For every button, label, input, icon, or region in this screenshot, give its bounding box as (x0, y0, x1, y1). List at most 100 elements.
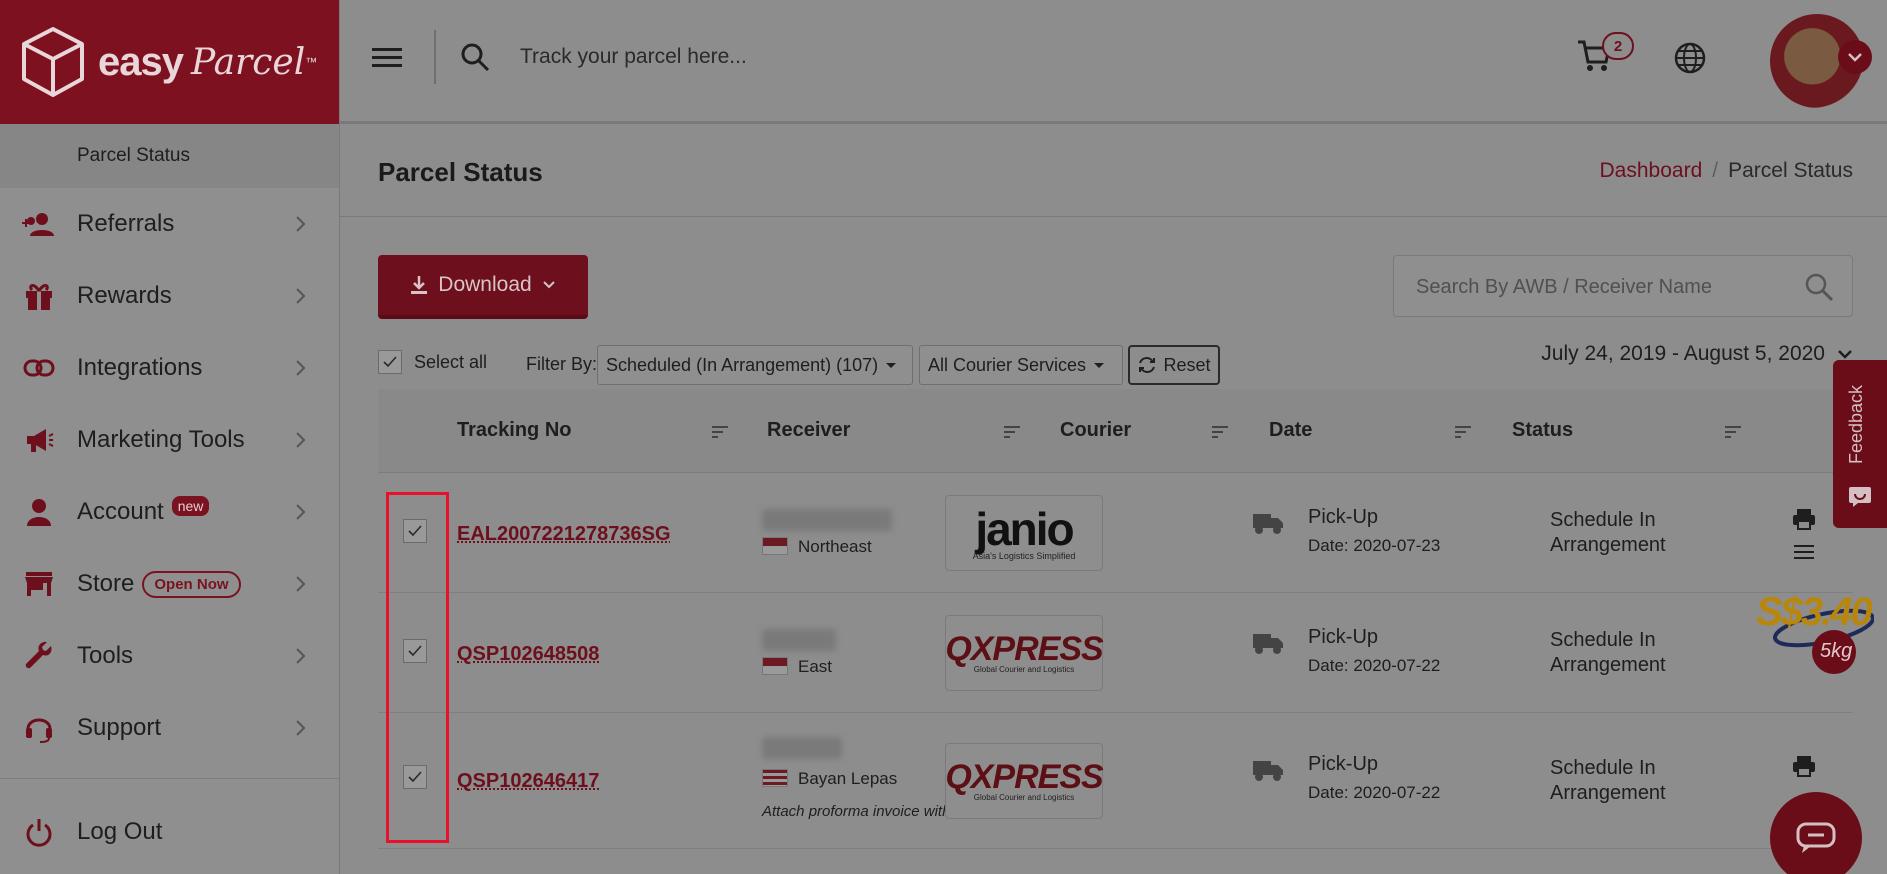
parcel-table: Tracking No Receiver Courier Date Status… (378, 389, 1853, 849)
track-parcel-input[interactable] (520, 36, 1120, 78)
page-title: Parcel Status (378, 157, 543, 187)
user-icon (22, 495, 56, 529)
sidebar-item-tools[interactable]: Tools (0, 620, 339, 692)
pickup-label: Pick-Up (1308, 753, 1379, 775)
row-menu-icon[interactable] (1793, 544, 1815, 560)
top-bar: 2 (340, 0, 1887, 124)
brand-logo[interactable]: easy Parcel ™ (0, 0, 339, 124)
chat-button[interactable] (1770, 792, 1862, 874)
open-now-badge: Open Now (142, 570, 241, 598)
sidebar-item-store[interactable]: Store Open Now (0, 548, 339, 620)
download-button[interactable]: Download (378, 255, 588, 319)
tracking-number-link[interactable]: QSP102648508 (457, 643, 599, 666)
printer-icon[interactable] (1792, 508, 1816, 530)
feedback-label: Feedback (1846, 384, 1866, 464)
chevron-down-icon (542, 281, 555, 289)
sidebar-item-support[interactable]: Support (0, 692, 339, 764)
hamburger-menu-icon[interactable] (372, 46, 402, 70)
breadcrumb: Dashboard / Parcel Status (1600, 159, 1853, 183)
chat-bubble-icon (1796, 822, 1836, 853)
sidebar-item-label: Rewards (77, 282, 172, 309)
courier-name: janio (975, 502, 1074, 555)
status-filter-select[interactable]: Scheduled (In Arrangement) (107) (597, 345, 913, 385)
table-row: QSP102646417 Bayan Lepas Attach proforma… (378, 713, 1853, 849)
chevron-right-icon (296, 720, 306, 736)
brand-tm: ™ (305, 55, 318, 69)
topbar-divider (434, 30, 436, 84)
chevron-right-icon (296, 576, 306, 592)
singapore-flag-icon (762, 537, 788, 555)
reset-label: Reset (1163, 354, 1211, 375)
sidebar-item-parcel-status[interactable]: Parcel Status (0, 124, 339, 188)
truck-icon (1253, 761, 1283, 781)
awb-search-input[interactable] (1416, 270, 1796, 304)
power-icon (22, 815, 56, 849)
promo-sticker[interactable]: S$3.40 5kg (1754, 588, 1874, 678)
main-content: Parcel Status Dashboard / Parcel Status Do… (340, 127, 1887, 874)
status-text: Schedule In Arrangement (1550, 757, 1666, 804)
date-range-picker[interactable]: July 24, 2019 - August 5, 2020 (1541, 342, 1853, 366)
receiver-name-blurred (762, 509, 892, 531)
filter-by-label: Filter By: (526, 354, 598, 374)
date-range-value: July 24, 2019 - August 5, 2020 (1541, 342, 1825, 365)
smile-chat-icon (1849, 487, 1871, 507)
sidebar-item-marketing-tools[interactable]: Marketing Tools (0, 404, 339, 476)
sidebar-item-rewards[interactable]: Rewards (0, 260, 339, 332)
tracking-number-link[interactable]: QSP102646417 (457, 770, 599, 793)
promo-weight: 5kg (1820, 640, 1853, 662)
select-all-checkbox[interactable] (378, 350, 402, 374)
cube-logo-icon (22, 27, 84, 97)
reset-button[interactable]: Reset (1128, 345, 1220, 385)
select-all-label: Select all (414, 351, 488, 372)
logout-button[interactable]: Log Out (0, 796, 339, 868)
logout-label: Log Out (77, 818, 163, 845)
gift-icon (22, 279, 56, 313)
wrench-icon (22, 639, 56, 673)
page-header: Parcel Status Dashboard / Parcel Status (340, 127, 1887, 217)
sidebar-item-integrations[interactable]: Integrations (0, 332, 339, 404)
sort-icon[interactable] (1454, 425, 1472, 439)
breadcrumb-dashboard-link[interactable]: Dashboard (1600, 159, 1703, 182)
courier-filter-select[interactable]: All Courier Services (919, 345, 1123, 385)
language-globe-icon[interactable] (1674, 42, 1706, 74)
col-status[interactable]: Status (1512, 419, 1573, 442)
sort-icon[interactable] (1003, 425, 1021, 439)
breadcrumb-current: Parcel Status (1728, 159, 1853, 182)
chevron-right-icon (296, 216, 306, 232)
receiver-name-blurred (762, 629, 836, 651)
filter-bar: Select all Filter By: Scheduled (In Arra… (378, 342, 1853, 385)
select-all[interactable]: Select all (378, 350, 487, 374)
singapore-flag-icon (762, 657, 788, 675)
sort-icon[interactable] (1211, 425, 1229, 439)
search-icon[interactable] (460, 42, 490, 72)
chevron-down-icon (1838, 350, 1852, 359)
download-label: Download (438, 273, 532, 296)
chevron-right-icon (296, 288, 306, 304)
col-receiver[interactable]: Receiver (767, 419, 850, 442)
malaysia-flag-icon (762, 769, 788, 787)
courier-name: QXPRESS (945, 758, 1103, 796)
sidebar-item-label: Tools (77, 642, 134, 669)
col-courier[interactable]: Courier (1060, 419, 1131, 442)
chevron-down-icon[interactable] (1838, 40, 1872, 74)
awb-search-box (1393, 255, 1853, 317)
pickup-date: Date: 2020-07-22 (1308, 783, 1441, 802)
search-icon[interactable] (1804, 272, 1834, 302)
col-tracking-no[interactable]: Tracking No (457, 419, 571, 442)
sort-icon[interactable] (1724, 425, 1742, 439)
pickup-date: Date: 2020-07-22 (1308, 656, 1441, 675)
breadcrumb-separator: / (1712, 159, 1719, 182)
printer-icon[interactable] (1792, 755, 1816, 777)
truck-icon (1253, 634, 1283, 654)
sort-icon[interactable] (711, 425, 729, 439)
sidebar-item-referrals[interactable]: Referrals (0, 188, 339, 260)
col-date[interactable]: Date (1269, 419, 1312, 442)
feedback-tab[interactable]: Feedback (1833, 360, 1887, 528)
chevron-right-icon (296, 432, 306, 448)
receiver-area: East (798, 657, 833, 676)
receiver-area: Northeast (798, 537, 872, 556)
sidebar-divider (0, 778, 339, 779)
tracking-number-link[interactable]: EAL2007221278736SG (457, 523, 671, 546)
sidebar-item-account[interactable]: Account new (0, 476, 339, 548)
download-icon (411, 276, 428, 294)
